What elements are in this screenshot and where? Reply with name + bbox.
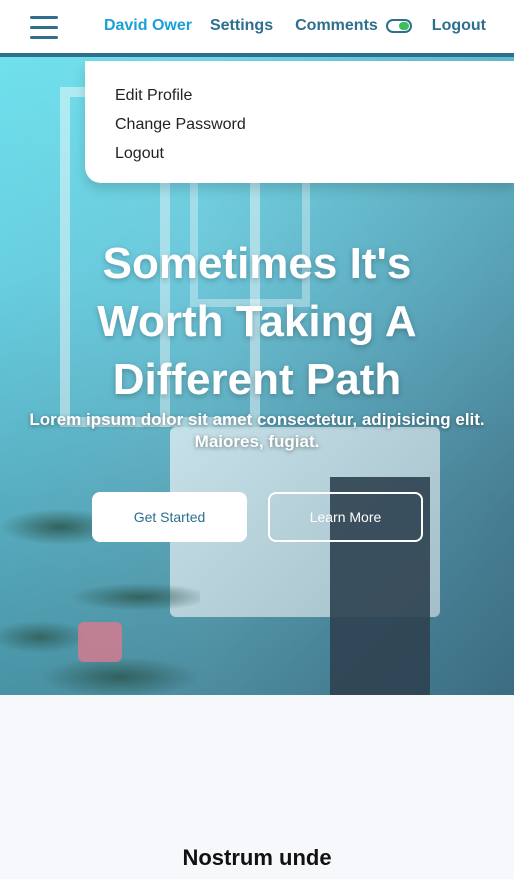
dropdown-item-logout[interactable]: Logout: [115, 139, 514, 168]
main-nav: David Ower Settings Comments Logout: [104, 17, 486, 35]
comments-toggle[interactable]: [385, 19, 412, 33]
hamburger-menu-icon[interactable]: [30, 16, 58, 42]
hero-subtitle: Lorem ipsum dolor sit amet consectetur, …: [29, 410, 485, 451]
user-dropdown-menu: Edit Profile Change Password Logout: [85, 61, 514, 183]
dropdown-item-change-password[interactable]: Change Password: [115, 110, 514, 139]
dropdown-item-edit-profile[interactable]: Edit Profile: [115, 81, 514, 110]
learn-more-button[interactable]: Learn More: [268, 492, 423, 542]
get-started-button[interactable]: Get Started: [92, 492, 247, 542]
top-navbar: David Ower Settings Comments Logout: [0, 0, 514, 57]
hero-title: Sometimes It's Worth Taking A Different …: [97, 239, 417, 404]
nav-settings-link[interactable]: Settings: [210, 17, 273, 35]
section-title: Nostrum unde: [182, 845, 332, 870]
nav-user-link[interactable]: David Ower: [104, 17, 192, 35]
hero-background-pot: [78, 622, 122, 662]
nav-logout-link[interactable]: Logout: [432, 17, 486, 35]
nav-comments-link[interactable]: Comments: [295, 17, 378, 35]
